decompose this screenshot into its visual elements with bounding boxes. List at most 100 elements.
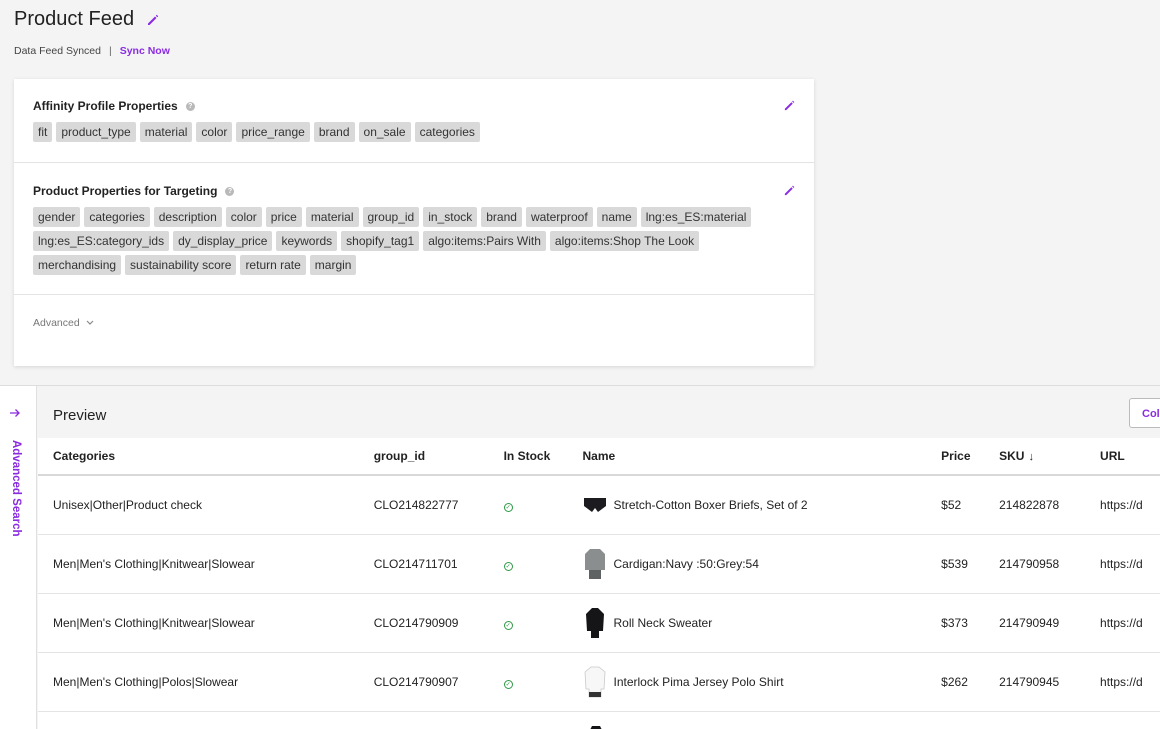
cell-url[interactable]: https://d <box>1100 557 1160 571</box>
columns-button[interactable]: Columns <box>1129 398 1160 428</box>
product-thumbnail <box>583 489 608 521</box>
cell-url[interactable]: https://d <box>1100 498 1160 512</box>
advanced-label: Advanced <box>33 317 80 329</box>
tag: price <box>265 207 302 227</box>
header-sku-label: SKU <box>999 449 1025 463</box>
tag: keywords <box>276 231 338 251</box>
cell-sku: 214790949 <box>999 616 1060 630</box>
table-row[interactable]: Unisex|Other|Product check CLO214822777 … <box>38 476 1160 535</box>
cell-sku: 214790958 <box>999 557 1060 571</box>
cell-name: Cardigan:Navy :50:Grey:54 <box>613 557 759 571</box>
tag: name <box>596 207 637 227</box>
tag: material <box>305 207 359 227</box>
cell-price: $539 <box>941 557 968 571</box>
advanced-search-label[interactable]: Advanced Search <box>10 440 22 537</box>
cell-categories: Men|Men's Clothing|Knitwear|Slowear <box>53 616 255 630</box>
page-header: Product Feed Data Feed Synced | Sync Now <box>14 8 170 57</box>
tag: categories <box>414 122 480 142</box>
tag: categories <box>84 207 150 227</box>
header-group-id[interactable]: group_id <box>374 449 504 463</box>
in-stock-check-icon: ✓ <box>503 680 513 689</box>
affinity-tags: fit product_type material color price_ra… <box>33 122 773 142</box>
table-row[interactable]: Men|Men's Clothing|Polos|Slowear CLO2147… <box>38 653 1160 712</box>
tag: product_type <box>56 122 136 142</box>
advanced-search-sidebar[interactable]: Advanced Search <box>0 386 37 729</box>
help-icon[interactable]: ? <box>225 186 235 196</box>
tag: gender <box>33 207 81 227</box>
tag: algo:items:Shop The Look <box>549 231 700 251</box>
separator: | <box>108 45 112 57</box>
cell-price: $373 <box>941 616 968 630</box>
table-row[interactable]: Men|Men's Clothing|Knitwear|Slowear CLO2… <box>38 535 1160 594</box>
preview-section: Advanced Search Preview Columns Categori… <box>0 385 1160 729</box>
tag: in_stock <box>423 207 478 227</box>
header-price[interactable]: Price <box>941 449 999 463</box>
product-thumbnail <box>583 607 608 639</box>
product-thumbnail <box>583 548 608 580</box>
tag: lng:es_ES:category_ids <box>33 231 170 251</box>
table-row[interactable]: Men|Men's Clothing|Knitwear|Slowear CLO2… <box>38 594 1160 653</box>
cell-sku: 214822878 <box>999 498 1060 512</box>
feed-settings-card: Affinity Profile Properties ? fit produc… <box>14 79 814 366</box>
cell-categories: Unisex|Other|Product check <box>53 498 202 512</box>
targeting-section: Product Properties for Targeting ? gende… <box>14 163 814 295</box>
cell-url[interactable]: https://d <box>1100 616 1160 630</box>
cell-price: $262 <box>941 675 968 689</box>
tag: description <box>153 207 222 227</box>
cell-url[interactable]: https://d <box>1100 675 1160 689</box>
pencil-icon[interactable] <box>783 99 796 117</box>
cell-categories: Men|Men's Clothing|Polos|Slowear <box>53 675 239 689</box>
cell-name: Interlock Pima Jersey Polo Shirt <box>613 675 784 689</box>
sync-now-link[interactable]: Sync Now <box>120 45 170 57</box>
tag: sustainability score <box>125 255 237 275</box>
chevron-down-icon <box>86 317 94 329</box>
page-title: Product Feed <box>14 8 135 30</box>
affinity-section: Affinity Profile Properties ? fit produc… <box>14 79 814 163</box>
affinity-title: Affinity Profile Properties <box>33 99 178 113</box>
help-icon[interactable]: ? <box>185 101 195 111</box>
targeting-title: Product Properties for Targeting <box>33 184 218 198</box>
header-sku[interactable]: SKU ↓ <box>999 449 1100 463</box>
cell-group-id: CLO214790907 <box>373 675 459 689</box>
in-stock-check-icon: ✓ <box>503 621 513 630</box>
table-header: Categories group_id In Stock Name Price … <box>38 438 1160 476</box>
header-in-stock[interactable]: In Stock <box>504 449 583 463</box>
tag: waterproof <box>525 207 593 227</box>
product-thumbnail <box>583 724 608 729</box>
tag: shopify_tag1 <box>341 231 420 251</box>
pencil-icon[interactable] <box>146 13 160 27</box>
cell-name: Stretch-Cotton Boxer Briefs, Set of 2 <box>613 498 808 512</box>
pencil-icon[interactable] <box>783 184 796 202</box>
tag: return rate <box>240 255 306 275</box>
cell-group-id: CLO214711701 <box>373 557 458 571</box>
targeting-tags: gender categories description color pric… <box>33 207 773 275</box>
tag: color <box>225 207 262 227</box>
preview-table: Categories group_id In Stock Name Price … <box>38 438 1160 729</box>
cell-group-id: CLO214790909 <box>373 616 459 630</box>
tag: fit <box>33 122 53 142</box>
advanced-toggle[interactable]: Advanced <box>14 295 814 351</box>
tag: material <box>139 122 193 142</box>
preview-panel: Preview Columns Categories group_id In S… <box>38 386 1160 729</box>
cell-group-id: CLO214822777 <box>373 498 459 512</box>
tag: lng:es_ES:material <box>640 207 752 227</box>
sort-down-icon: ↓ <box>1028 451 1034 463</box>
in-stock-check-icon: ✓ <box>503 562 513 571</box>
table-row[interactable] <box>38 712 1160 729</box>
product-thumbnail <box>583 666 608 698</box>
header-url[interactable]: URL <box>1100 449 1160 463</box>
cell-price: $52 <box>941 498 962 512</box>
tag: color <box>196 122 233 142</box>
header-categories[interactable]: Categories <box>38 449 374 463</box>
tag: merchandising <box>33 255 122 275</box>
tag: algo:items:Pairs With <box>423 231 546 251</box>
tag: price_range <box>236 122 310 142</box>
arrow-right-icon[interactable] <box>9 406 21 421</box>
tag: dy_display_price <box>173 231 273 251</box>
tag: on_sale <box>358 122 411 142</box>
tag: group_id <box>362 207 420 227</box>
tag: brand <box>481 207 522 227</box>
tag: margin <box>309 255 357 275</box>
cell-sku: 214790945 <box>999 675 1060 689</box>
header-name[interactable]: Name <box>583 449 942 463</box>
